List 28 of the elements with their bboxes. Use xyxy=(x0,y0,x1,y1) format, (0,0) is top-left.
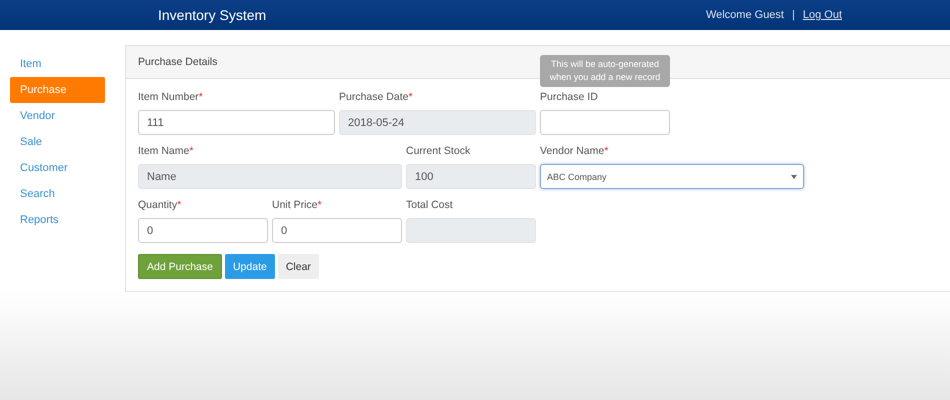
field-label: Purchase ID xyxy=(540,91,599,104)
input-field[interactable]: 111 xyxy=(138,110,335,135)
sidebar-item[interactable]: Sale xyxy=(10,129,105,155)
field-label: Current Stock xyxy=(406,145,472,158)
clear-button[interactable]: Clear xyxy=(278,254,319,279)
input-field[interactable] xyxy=(540,110,670,135)
input-field[interactable]: 0 xyxy=(272,218,402,243)
field-label: Purchase Date* xyxy=(339,91,414,104)
sidebar-item[interactable]: Search xyxy=(10,181,105,207)
panel-title: Purchase Details xyxy=(138,56,218,68)
sidebar-item[interactable]: Item xyxy=(10,51,105,77)
sidebar-item[interactable]: Customer xyxy=(10,155,105,181)
vendor-select[interactable]: ABC Company xyxy=(540,164,804,189)
sidebar-item[interactable]: Reports xyxy=(10,207,105,233)
field-label: Total Cost xyxy=(406,199,454,212)
caret-icon xyxy=(791,174,797,178)
app-title: Inventory System xyxy=(158,7,266,23)
field-label: Item Name* xyxy=(138,145,194,158)
field-label: Quantity* xyxy=(138,199,182,212)
field-label: Vendor Name* xyxy=(540,145,610,158)
logout-link[interactable]: Log Out xyxy=(802,9,842,21)
tooltip: This will be auto-generated when you add a new record xyxy=(540,55,670,88)
input-field[interactable]: 0 xyxy=(138,218,268,243)
sidebar-item[interactable]: Vendor xyxy=(10,103,105,129)
separator: | xyxy=(792,9,795,21)
welcome-text: Welcome Guest xyxy=(706,9,784,21)
field-label: Item Number* xyxy=(138,91,204,104)
field-label: Unit Price* xyxy=(272,199,323,212)
